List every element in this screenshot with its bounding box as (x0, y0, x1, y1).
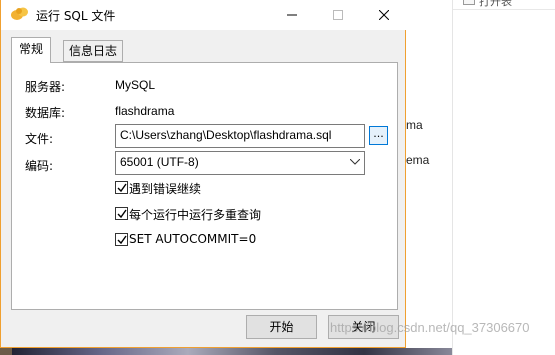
autocommit-label: SET AUTOCOMMIT=0 (129, 232, 257, 246)
close-window-button[interactable] (361, 0, 407, 30)
tab-general[interactable]: 常规 (11, 37, 52, 63)
encoding-selected-value: 65001 (UTF-8) (120, 155, 199, 169)
minimize-icon (287, 14, 297, 16)
maximize-button[interactable] (315, 0, 361, 30)
background-divider (452, 0, 453, 355)
background-text-2: ema (406, 153, 430, 167)
checkmark-icon (117, 183, 127, 193)
close-icon (379, 10, 389, 20)
navicat-app-icon (11, 7, 28, 20)
background-taskbar-strip (12, 348, 452, 355)
chevron-down-icon (350, 159, 360, 165)
continue-on-error-checkbox[interactable] (115, 181, 128, 194)
encoding-label: 编码: (25, 159, 54, 173)
file-path-input[interactable]: C:\Users\zhang\Desktop\flashdrama.sql (115, 124, 365, 148)
title-bar[interactable]: 运行 SQL 文件 (1, 0, 406, 30)
server-label: 服务器: (25, 80, 66, 94)
run-sql-file-dialog: 运行 SQL 文件 常规 信息日志 服务器: MySQL 数据库: flashd… (0, 0, 406, 348)
folder-icon (463, 0, 475, 5)
continue-on-error-label: 遇到错误继续 (129, 182, 202, 196)
autocommit-checkbox[interactable] (115, 233, 128, 246)
background-header: 打开表 (453, 0, 555, 10)
background-text-1: ma (406, 118, 423, 132)
multiple-queries-checkbox[interactable] (115, 207, 128, 220)
watermark-text: https://blog.csdn.net/qq_37306670 (330, 320, 530, 335)
server-value: MySQL (115, 78, 156, 92)
multiple-queries-label: 每个运行中运行多重查询 (129, 208, 262, 222)
browse-file-button[interactable]: ... (369, 126, 388, 145)
window-title: 运行 SQL 文件 (36, 9, 116, 23)
background-header-text: 打开表 (479, 0, 512, 8)
checkmark-icon (117, 235, 127, 245)
file-label: 文件: (25, 132, 54, 146)
tab-message-log[interactable]: 信息日志 (63, 40, 124, 62)
database-value: flashdrama (115, 104, 175, 118)
general-tab-panel (11, 62, 398, 310)
maximize-icon (333, 10, 343, 20)
start-button[interactable]: 开始 (246, 315, 317, 339)
minimize-button[interactable] (269, 0, 315, 30)
checkmark-icon (117, 209, 127, 219)
encoding-select[interactable]: 65001 (UTF-8) (115, 151, 365, 175)
database-label: 数据库: (25, 106, 66, 120)
